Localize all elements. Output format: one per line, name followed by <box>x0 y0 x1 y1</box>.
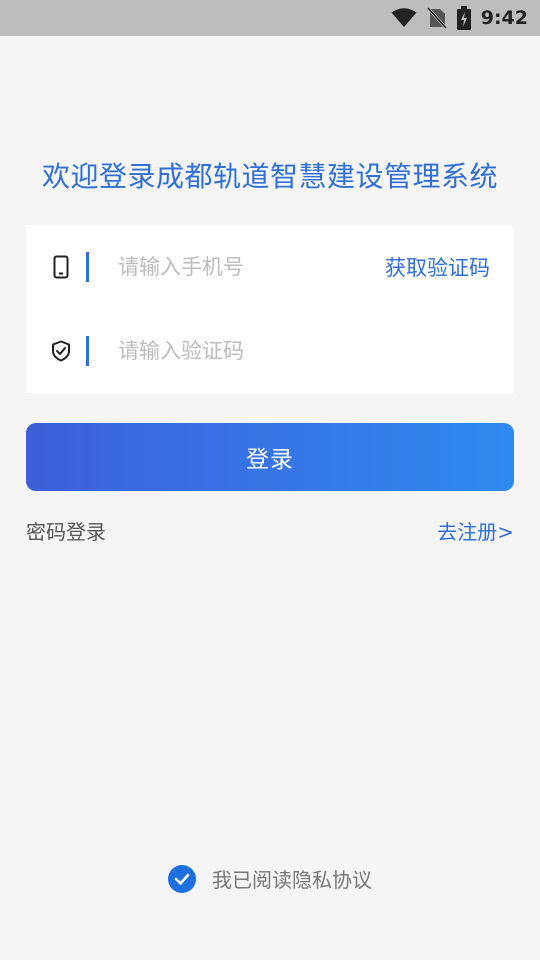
phone-input[interactable] <box>118 247 358 287</box>
login-button[interactable]: 登录 <box>26 423 514 491</box>
input-divider <box>86 336 89 366</box>
code-row <box>26 309 514 393</box>
register-link[interactable]: 去注册> <box>437 516 514 545</box>
password-login-link[interactable]: 密码登录 <box>26 516 106 545</box>
no-sim-icon <box>426 7 447 29</box>
checkmark-icon <box>174 873 190 885</box>
agreement-checkbox[interactable] <box>168 864 196 893</box>
privacy-agreement: 我已阅读隐私协议 <box>0 864 540 893</box>
login-form-card: 获取验证码 <box>26 225 514 393</box>
wifi-icon <box>391 8 417 28</box>
status-time: 9:42 <box>480 7 528 29</box>
status-bar: 9:42 <box>0 0 540 36</box>
get-code-button[interactable]: 获取验证码 <box>385 252 490 282</box>
code-input[interactable] <box>118 331 358 371</box>
input-divider <box>86 252 89 282</box>
agreement-label[interactable]: 我已阅读隐私协议 <box>212 864 372 893</box>
page-title: 欢迎登录成都轨道智慧建设管理系统 <box>41 160 498 193</box>
phone-row: 获取验证码 <box>26 225 514 309</box>
shield-icon <box>50 338 72 364</box>
battery-charging-icon <box>456 6 471 30</box>
phone-icon <box>50 254 72 280</box>
